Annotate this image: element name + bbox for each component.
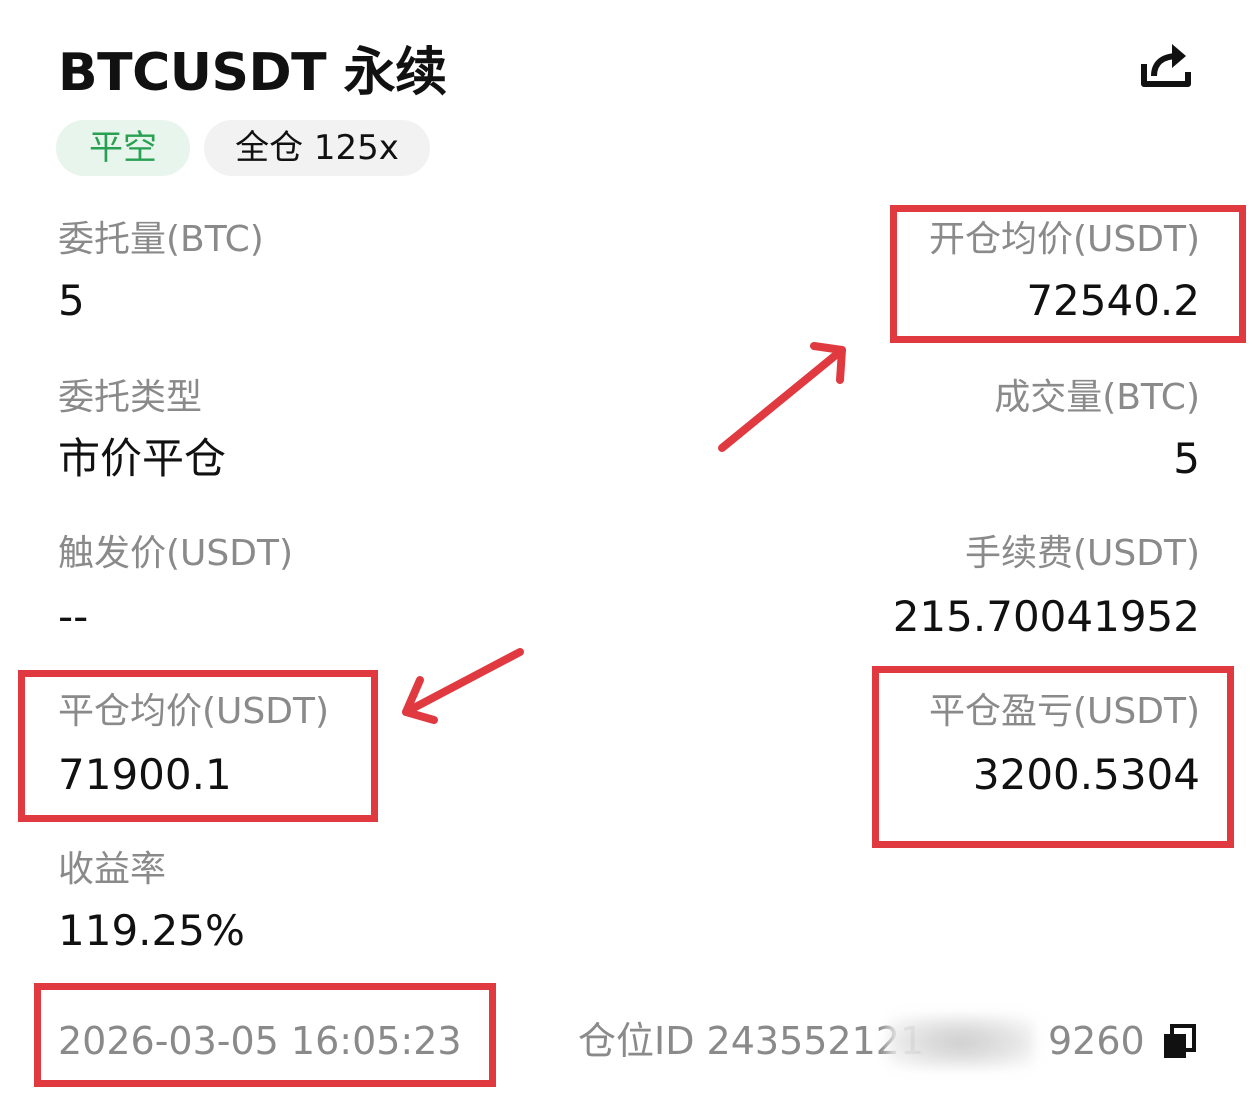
annotation-arrows bbox=[402, 342, 846, 724]
arrow-to-open-avg bbox=[718, 342, 846, 452]
arrow-to-close-avg bbox=[402, 648, 524, 724]
